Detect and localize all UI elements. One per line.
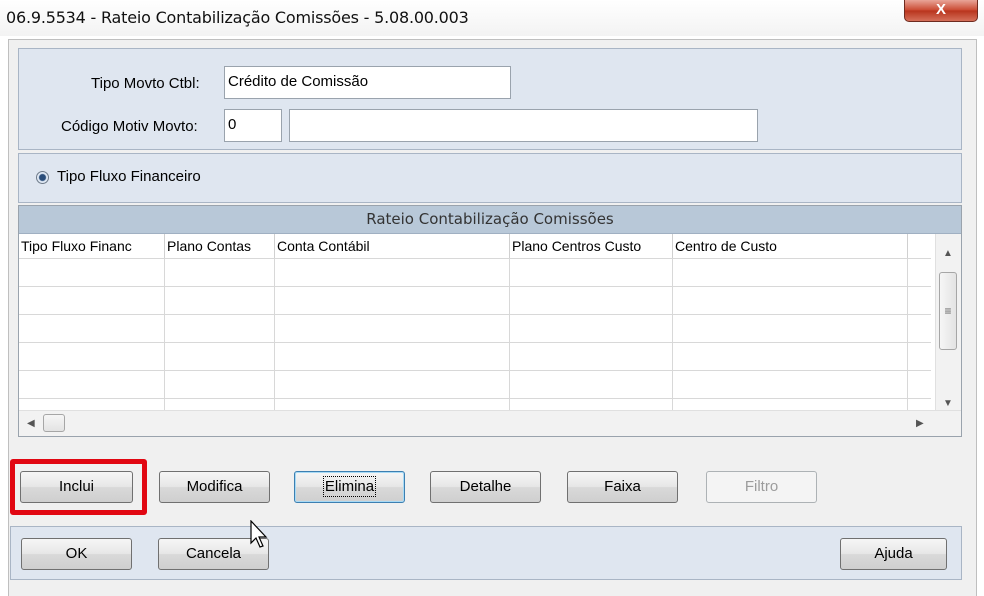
column-header-plano-centros[interactable]: Plano Centros Custo [510, 234, 673, 258]
cancela-label: Cancela [185, 545, 242, 562]
grid-title: Rateio Contabilização Comissões [19, 206, 961, 234]
inclui-button[interactable]: Inclui [20, 471, 133, 503]
elimina-button[interactable]: Elimina [294, 471, 405, 503]
grid-column-divider [274, 258, 275, 410]
grid-column-divider [164, 258, 165, 410]
horizontal-scrollbar[interactable]: ◀ ▶ [19, 410, 961, 436]
ok-button[interactable]: OK [21, 538, 132, 570]
modifica-label: Modifica [186, 478, 243, 495]
tipo-fluxo-radio[interactable] [36, 171, 49, 184]
grid-row-divider [19, 314, 931, 315]
header-group: Tipo Movto Ctbl: Crédito de Comissão Cód… [18, 48, 962, 150]
filtro-label: Filtro [744, 478, 779, 495]
tipo-fluxo-label: Tipo Fluxo Financeiro [57, 168, 201, 185]
grid-row-divider [19, 342, 931, 343]
elimina-label: Elimina [322, 476, 377, 497]
filtro-button: Filtro [706, 471, 817, 503]
modifica-button[interactable]: Modifica [159, 471, 270, 503]
title-bar: 06.9.5534 - Rateio Contabilização Comiss… [0, 0, 984, 36]
radio-group: Tipo Fluxo Financeiro [18, 153, 962, 203]
rateio-grid[interactable]: Rateio Contabilização Comissões Tipo Flu… [18, 205, 962, 437]
tipo-movto-field[interactable]: Crédito de Comissão [224, 66, 511, 99]
scroll-down-icon[interactable]: ▼ [943, 398, 953, 409]
grid-row-divider [19, 258, 931, 259]
detalhe-button[interactable]: Detalhe [430, 471, 541, 503]
tipo-movto-label: Tipo Movto Ctbl: [91, 75, 200, 92]
horizontal-scroll-thumb[interactable] [43, 414, 65, 432]
scroll-right-icon[interactable]: ▶ [916, 418, 924, 429]
grid-column-divider [907, 258, 908, 410]
vertical-scroll-thumb[interactable]: ≡ [939, 272, 957, 350]
ajuda-label: Ajuda [874, 545, 913, 562]
grid-column-divider [672, 258, 673, 410]
column-header-conta-contabil[interactable]: Conta Contábil [275, 234, 510, 258]
vertical-scrollbar[interactable]: ▲ ≡ ▼ [935, 234, 961, 410]
inclui-label: Inclui [58, 478, 95, 495]
close-icon: X [935, 1, 946, 18]
window-title: 06.9.5534 - Rateio Contabilização Comiss… [6, 8, 469, 27]
column-header-tipo-fluxo[interactable]: Tipo Fluxo Financ [19, 234, 165, 258]
close-button[interactable]: X [904, 0, 978, 22]
column-header-plano-contas[interactable]: Plano Contas [165, 234, 275, 258]
ajuda-button[interactable]: Ajuda [840, 538, 947, 570]
codigo-motiv-description [289, 109, 758, 142]
column-header-centro-custo[interactable]: Centro de Custo [673, 234, 908, 258]
ok-label: OK [65, 545, 88, 562]
grid-row-divider [19, 370, 931, 371]
grid-column-divider [509, 258, 510, 410]
detalhe-label: Detalhe [459, 478, 512, 495]
grid-row-divider [19, 286, 931, 287]
faixa-label: Faixa [604, 478, 641, 495]
codigo-motiv-label: Código Motiv Movto: [61, 118, 198, 135]
grid-row-divider [19, 398, 931, 399]
faixa-button[interactable]: Faixa [567, 471, 678, 503]
mouse-cursor-icon [250, 520, 268, 548]
codigo-motiv-field[interactable]: 0 [224, 109, 282, 142]
footer-group [10, 526, 962, 580]
scroll-up-icon[interactable]: ▲ [943, 248, 953, 259]
scroll-left-icon[interactable]: ◀ [27, 418, 35, 429]
